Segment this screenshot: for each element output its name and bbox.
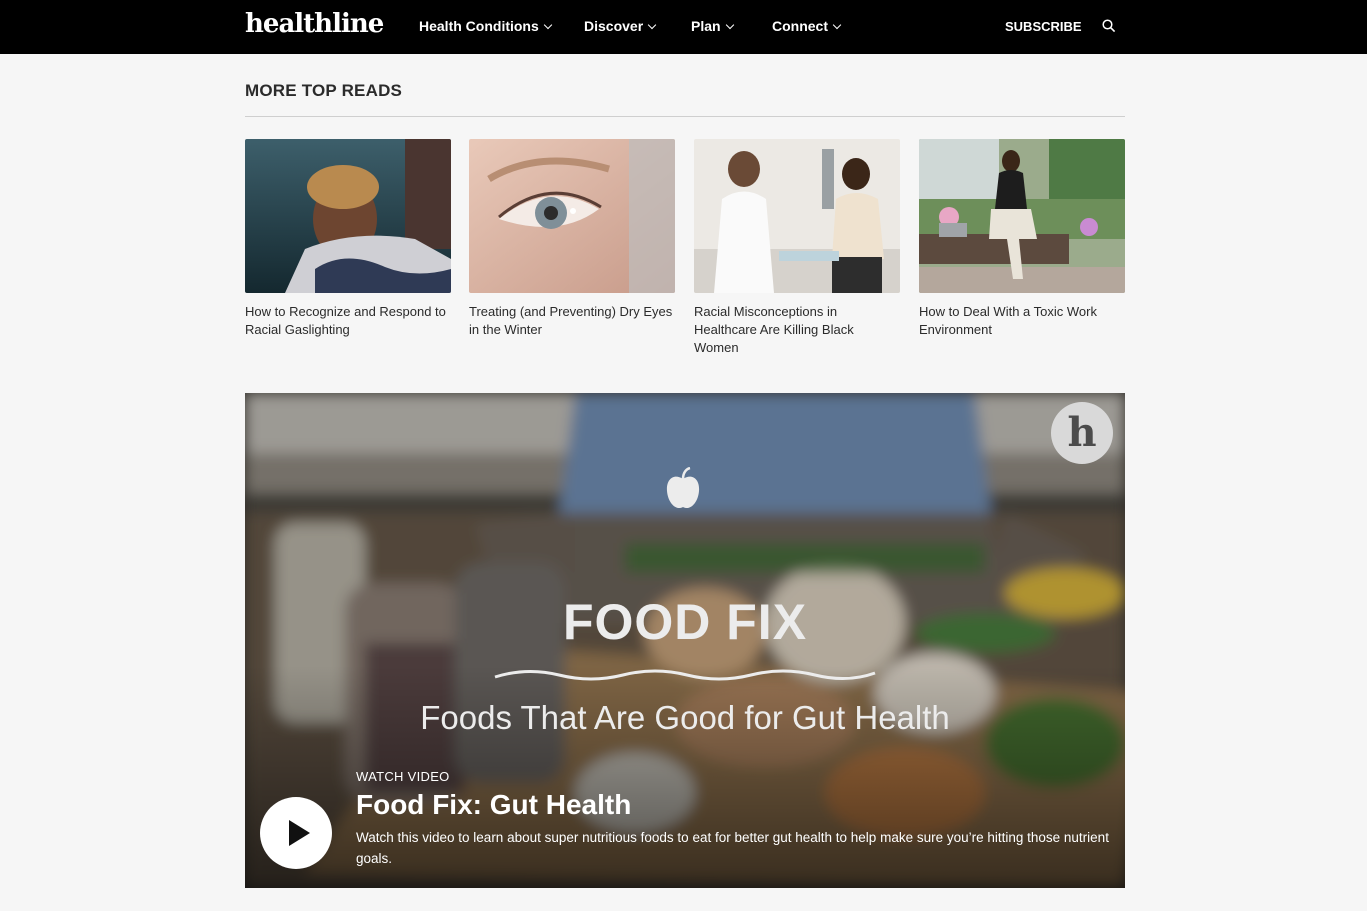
- section-divider: [245, 116, 1125, 117]
- article-thumbnail[interactable]: [919, 139, 1125, 293]
- article-title[interactable]: Racial Misconceptions in Healthcare Are …: [694, 303, 900, 357]
- video-description: Watch this video to learn about super nu…: [356, 830, 1109, 866]
- article-thumbnail[interactable]: [245, 139, 451, 293]
- search-icon[interactable]: [1102, 19, 1116, 33]
- healthline-badge-icon: h: [1051, 402, 1113, 464]
- nav-label: Plan: [691, 18, 721, 34]
- article-card-racial-misconceptions[interactable]: Racial Misconceptions in Healthcare Are …: [694, 139, 900, 357]
- top-navigation-bar: healthline Health Conditions Discover Pl…: [0, 0, 1367, 54]
- play-icon: [289, 820, 310, 846]
- nav-label: Discover: [584, 18, 644, 34]
- article-title[interactable]: How to Recognize and Respond to Racial G…: [245, 303, 451, 339]
- article-card-toxic-work[interactable]: How to Deal With a Toxic Work Environmen…: [919, 139, 1125, 339]
- nav-discover[interactable]: Discover: [584, 18, 657, 34]
- chevron-down-icon: [543, 20, 553, 30]
- article-card-dry-eyes[interactable]: Treating (and Preventing) Dry Eyes in th…: [469, 139, 675, 339]
- wave-divider: [494, 669, 876, 681]
- article-title[interactable]: Treating (and Preventing) Dry Eyes in th…: [469, 303, 675, 339]
- video-overlay-subtitle: Foods That Are Good for Gut Health: [420, 699, 950, 736]
- article-card-racial-gaslighting[interactable]: How to Recognize and Respond to Racial G…: [245, 139, 451, 339]
- play-button[interactable]: [260, 797, 332, 869]
- healthline-logo[interactable]: healthline: [245, 9, 384, 39]
- nav-connect[interactable]: Connect: [772, 18, 842, 34]
- watch-video-label: WATCH VIDEO: [356, 769, 450, 784]
- nav-health-conditions[interactable]: Health Conditions: [419, 18, 553, 34]
- chevron-down-icon: [725, 20, 734, 30]
- chevron-down-icon: [832, 20, 842, 30]
- chevron-down-icon: [647, 20, 657, 30]
- nav-plan[interactable]: Plan: [691, 18, 734, 34]
- article-thumbnail[interactable]: [694, 139, 900, 293]
- nav-label: Connect: [772, 18, 828, 34]
- featured-video[interactable]: h FOOD FIX Foods That Are Good for Gut H…: [245, 393, 1125, 888]
- video-title[interactable]: Food Fix: Gut Health: [356, 789, 631, 821]
- nav-label: Health Conditions: [419, 18, 539, 34]
- video-overlay-title: FOOD FIX: [562, 594, 808, 650]
- apple-icon: [666, 467, 700, 509]
- article-thumbnail[interactable]: [469, 139, 675, 293]
- article-title[interactable]: How to Deal With a Toxic Work Environmen…: [919, 303, 1125, 339]
- subscribe-link[interactable]: SUBSCRIBE: [1005, 19, 1082, 34]
- section-heading: MORE TOP READS: [245, 81, 403, 100]
